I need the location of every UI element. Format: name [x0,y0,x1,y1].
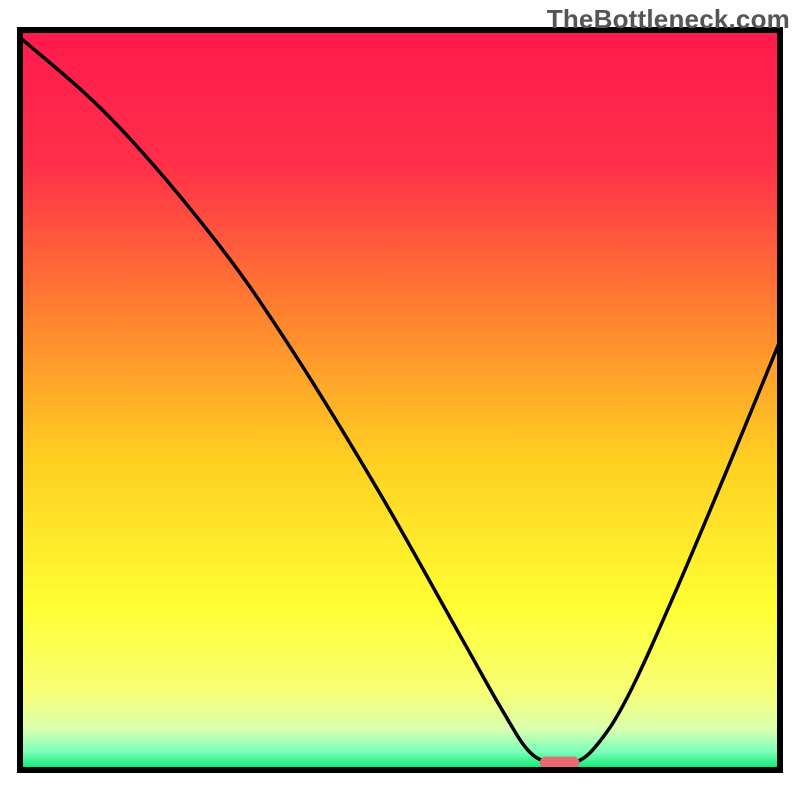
chart-frame: TheBottleneck.com [0,0,800,800]
watermark-text: TheBottleneck.com [547,4,790,35]
bottleneck-chart [0,0,800,800]
optimal-marker [540,757,580,769]
